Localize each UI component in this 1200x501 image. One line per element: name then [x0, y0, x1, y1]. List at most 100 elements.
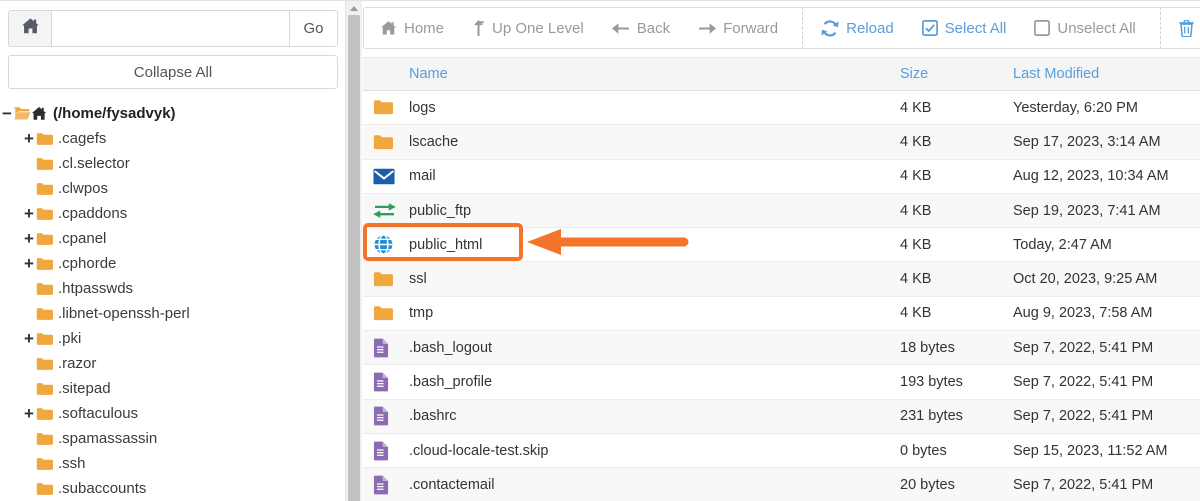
scroll-up-arrow-icon[interactable] — [350, 6, 358, 11]
toolbar-button-home[interactable]: Home — [380, 20, 444, 37]
cell-name: public_html — [409, 236, 483, 253]
tree-item-subaccounts[interactable]: .subaccounts — [0, 476, 345, 501]
table-row[interactable]: .cloud-locale-test.skip 0 bytes Sep 15, 20… — [363, 433, 1200, 469]
toolbar-button-forward[interactable]: Forward — [698, 20, 778, 37]
row-icon-cell — [363, 441, 409, 461]
tree-item-label: .cpanel — [58, 230, 107, 247]
table-row-highlighted[interactable]: public_html 4 KB Today, 2:47 AM — [363, 228, 1200, 263]
row-icon-cell — [363, 305, 409, 321]
table-row[interactable]: public_ftp 4 KB Sep 19, 2023, 7:41 AM — [363, 193, 1200, 229]
tree-item-libnet-openssh-perl[interactable]: .libnet-openssh-perl — [0, 301, 345, 326]
table-row[interactable]: mail 4 KB Aug 12, 2023, 10:34 AM — [363, 159, 1200, 194]
folder-icon — [36, 232, 53, 246]
arrow-up-level-icon — [472, 19, 485, 37]
tree-item-label: .spamassassin — [58, 430, 158, 447]
home-icon — [21, 17, 40, 40]
row-icon-cell — [363, 271, 409, 287]
tree-item-home-fysadvyk[interactable]: − (/home/fysadvyk) — [0, 101, 345, 126]
folder-icon — [36, 282, 53, 296]
toolbar-button-label: Select All — [944, 19, 1007, 37]
table-row[interactable]: logs 4 KB Yesterday, 6:20 PM — [363, 91, 1200, 126]
cell-name: .cloud-locale-test.skip — [409, 442, 549, 459]
folder-icon — [373, 134, 393, 150]
cell-date: Aug 9, 2023, 7:58 AM — [1013, 305, 1153, 322]
cell-date: Today, 2:47 AM — [1013, 236, 1112, 253]
cell-date: Sep 7, 2022, 5:41 PM — [1013, 476, 1154, 493]
tree-item-cagefs[interactable]: + .cagefs — [0, 126, 345, 151]
path-input[interactable] — [52, 11, 289, 46]
directory-tree-panel: Go Collapse All − (/home/fysadvyk) + .cagef… — [0, 1, 345, 501]
tree-item-cpanel[interactable]: + .cpanel — [0, 226, 345, 251]
toolbar-button-back[interactable]: Back — [611, 19, 671, 37]
tree-item-sitepad[interactable]: .sitepad — [0, 376, 345, 401]
tree-item-ssh[interactable]: .ssh — [0, 451, 345, 476]
toolbar-button-unselect-all[interactable]: Unselect All — [1034, 20, 1136, 37]
cell-name: .bash_logout — [409, 339, 493, 356]
tree-item-pki[interactable]: + .pki — [0, 326, 345, 351]
tree-item-label: .pki — [58, 330, 82, 347]
toolbar-button-label: Forward — [723, 19, 779, 37]
toggle-spacer — [22, 355, 36, 372]
expand-toggle-icon[interactable]: + — [22, 230, 36, 247]
tree-item-cpaddons[interactable]: + .cpaddons — [0, 201, 345, 226]
tree-item-razor[interactable]: .razor — [0, 351, 345, 376]
file-icon — [373, 406, 389, 426]
tree-item-cphorde[interactable]: + .cphorde — [0, 251, 345, 276]
toolbar-button-up-one-level[interactable]: Up One Level — [472, 19, 584, 37]
toolbar-separator — [802, 8, 804, 48]
expand-toggle-icon[interactable]: + — [22, 205, 36, 222]
tree-item-label: (/home/fysadvyk) — [53, 105, 176, 122]
toolbar-button-select-all[interactable]: Select All — [921, 19, 1007, 37]
toolbar-button-view[interactable]: View — [1179, 19, 1200, 37]
cell-size: 231 bytes — [900, 408, 963, 425]
tree-item-htpasswds[interactable]: .htpasswds — [0, 276, 345, 301]
column-header-name[interactable]: Name — [409, 66, 900, 82]
path-home-button[interactable] — [9, 11, 52, 46]
table-row[interactable]: .bashrc 231 bytes Sep 7, 2022, 5:41 PM — [363, 399, 1200, 434]
row-icon-cell — [363, 234, 409, 256]
expand-toggle-icon[interactable]: + — [22, 255, 36, 272]
tree-item-label: .cpaddons — [58, 205, 128, 222]
expand-toggle-icon[interactable]: + — [22, 130, 36, 147]
expand-toggle-icon[interactable]: + — [22, 405, 36, 422]
column-header-size[interactable]: Size — [900, 66, 1013, 82]
scrollbar-thumb[interactable] — [348, 15, 360, 501]
table-row[interactable]: tmp 4 KB Aug 9, 2023, 7:58 AM — [363, 296, 1200, 332]
tree-item-label: .libnet-openssh-perl — [58, 305, 190, 322]
file-list-panel: Home Up One Level Back Forward Reload Select … — [363, 1, 1200, 501]
collapse-all-button[interactable]: Collapse All — [8, 55, 338, 89]
cell-date: Sep 7, 2022, 5:41 PM — [1013, 374, 1154, 391]
cell-size: 4 KB — [900, 236, 932, 253]
cell-name: tmp — [409, 305, 434, 322]
table-row[interactable]: .bash_logout 18 bytes Sep 7, 2022, 5:41 PM — [363, 331, 1200, 366]
column-header-last-modified[interactable]: Last Modified — [1013, 66, 1200, 82]
go-button[interactable]: Go — [289, 11, 337, 46]
folder-icon — [36, 132, 53, 146]
tree-item-label: .subaccounts — [58, 480, 147, 497]
toolbar-button-reload[interactable]: Reload — [821, 20, 894, 37]
expand-toggle-icon[interactable]: + — [22, 330, 36, 347]
row-icon-cell — [363, 202, 409, 219]
cell-date: Sep 17, 2023, 3:14 AM — [1013, 133, 1161, 150]
table-row[interactable]: .bash_profile 193 bytes Sep 7, 2022, 5:41 … — [363, 365, 1200, 400]
toggle-spacer — [22, 280, 36, 297]
tree-item-spamassassin[interactable]: .spamassassin — [0, 426, 345, 451]
left-panel-scrollbar[interactable] — [345, 1, 362, 501]
collapse-toggle-icon[interactable]: − — [0, 105, 14, 122]
tree-item-label: .sitepad — [58, 380, 111, 397]
folder-icon — [36, 182, 53, 196]
checkbox-empty-icon — [1034, 20, 1051, 36]
tree-item-cl-selector[interactable]: .cl.selector — [0, 151, 345, 176]
tree-item-softaculous[interactable]: + .softaculous — [0, 401, 345, 426]
toolbar-button-label: Back — [636, 19, 671, 37]
cell-size: 4 KB — [900, 271, 932, 288]
table-row[interactable]: lscache 4 KB Sep 17, 2023, 3:14 AM — [363, 125, 1200, 160]
tree-item-clwpos[interactable]: .clwpos — [0, 176, 345, 201]
cell-size: 4 KB — [900, 168, 932, 185]
folder-icon — [36, 432, 53, 446]
table-row[interactable]: .contactemail 20 bytes Sep 7, 2022, 5:41 P… — [363, 468, 1200, 501]
row-icon-cell — [363, 99, 409, 115]
tree-item-label: .htpasswds — [58, 280, 134, 297]
table-row[interactable]: ssl 4 KB Oct 20, 2023, 9:25 AM — [363, 262, 1200, 297]
row-icon-cell — [363, 372, 409, 392]
